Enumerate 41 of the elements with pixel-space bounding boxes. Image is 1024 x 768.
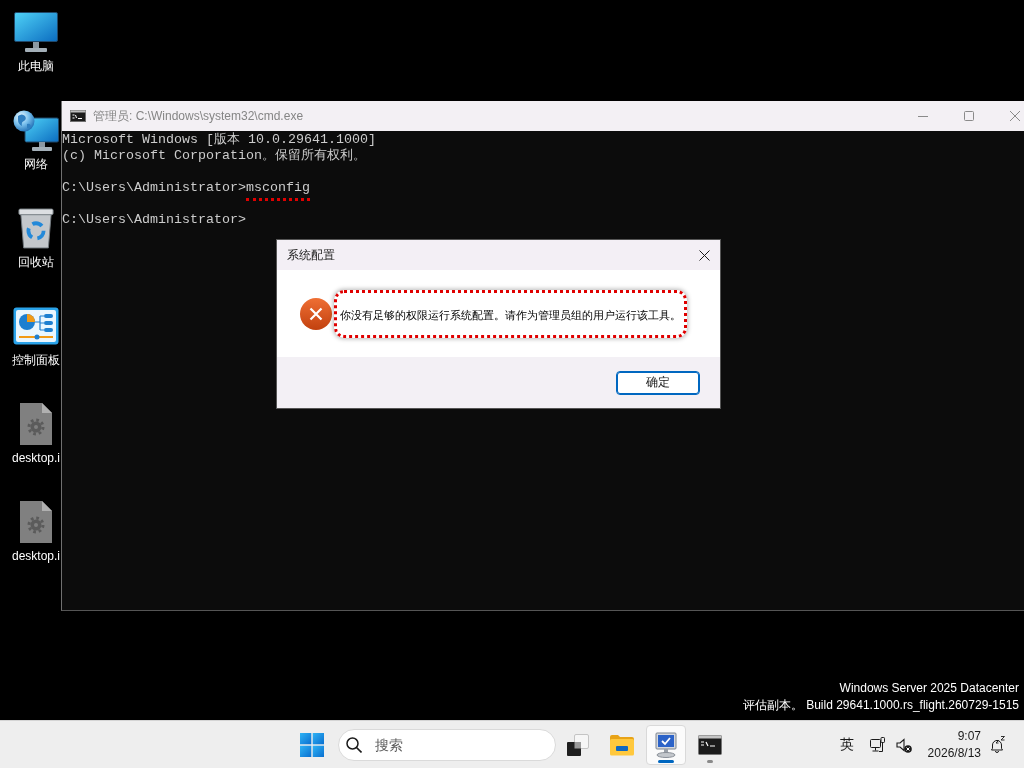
- error-icon: [300, 297, 332, 330]
- desktop-icon-label[interactable]: 控制面板: [12, 352, 60, 368]
- monitor-check-icon[interactable]: [653, 731, 679, 758]
- speaker-muted-icon[interactable]: [895, 736, 912, 753]
- globe-monitor-icon[interactable]: [13, 109, 59, 151]
- bell-snooze-icon[interactable]: [990, 736, 1006, 753]
- search-icon: [346, 736, 362, 753]
- desktop-icon-label[interactable]: desktop.i: [12, 548, 60, 564]
- minimize-icon[interactable]: [918, 115, 928, 117]
- clock-time[interactable]: 9:07: [957, 727, 981, 745]
- desktop-icon-label[interactable]: desktop.i: [12, 450, 60, 466]
- desktop-icon-label[interactable]: 网络: [24, 156, 48, 172]
- gear-document-icon[interactable]: [19, 402, 53, 446]
- console-prompt: C:\Users\Administrator>: [62, 212, 246, 227]
- search-field[interactable]: 搜索: [338, 728, 556, 761]
- window-title: 管理员: C:\Windows\system32\cmd.exe: [93, 107, 304, 125]
- close-icon[interactable]: [698, 249, 710, 261]
- terminal-icon[interactable]: [698, 734, 722, 755]
- terminal-icon: [70, 110, 86, 122]
- console-command: msconfig: [245, 180, 310, 195]
- task-view-icon[interactable]: [566, 732, 590, 757]
- console-output: (c) Microsoft Corporation。保留所有权利。: [62, 148, 366, 163]
- network-icon[interactable]: [869, 736, 886, 753]
- edition-text: Windows Server 2025 Datacenter: [839, 680, 1019, 697]
- gear-document-icon[interactable]: [19, 500, 53, 544]
- desktop-icon-label[interactable]: 此电脑: [18, 58, 54, 74]
- console-prompt: C:\Users\Administrator>: [62, 180, 246, 195]
- input-method-button[interactable]: 英: [833, 728, 860, 761]
- folder-icon[interactable]: [609, 733, 635, 756]
- recycle-bin-icon[interactable]: [17, 206, 55, 250]
- clock-date[interactable]: 2026/8/13: [927, 744, 981, 762]
- dialog-message: 你没有足够的权限运行系统配置。请作为管理员组的用户运行该工具。: [340, 308, 681, 322]
- chart-panel-icon[interactable]: [13, 307, 59, 345]
- windows-logo-icon[interactable]: [300, 732, 324, 757]
- edition-text: 评估副本。 Build 29641.1000.rs_flight.260729-1515: [742, 697, 1019, 714]
- maximize-icon[interactable]: [964, 111, 974, 121]
- ok-button[interactable]: 确定: [616, 370, 700, 395]
- monitor-icon[interactable]: [14, 12, 58, 52]
- desktop-icon-label[interactable]: 回收站: [18, 254, 54, 270]
- dialog-title: 系统配置: [287, 246, 335, 264]
- console-output: Microsoft Windows [版本 10.0.29641.1000]: [62, 132, 376, 147]
